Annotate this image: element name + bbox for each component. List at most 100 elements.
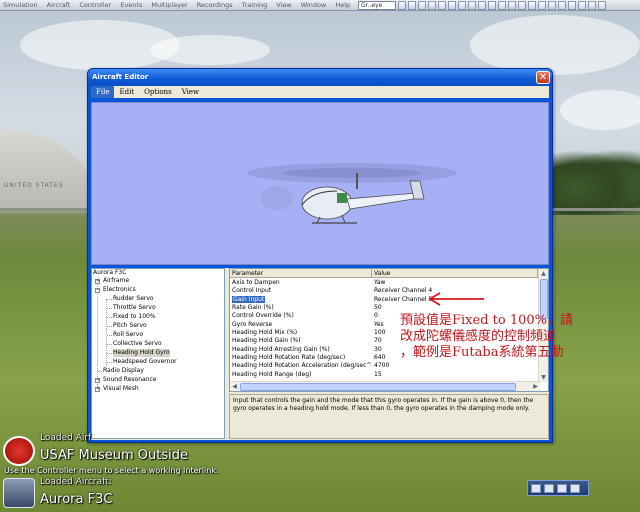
tree-item-sound-resonance[interactable]: Sound Resonance — [103, 376, 156, 384]
table-row[interactable]: Heading Hold Range (deg) 15 — [230, 371, 538, 379]
toolbar-icon[interactable] — [438, 1, 446, 10]
tree-item-airframe[interactable]: Airframe — [103, 277, 129, 285]
component-tree: Aurora F3C + Airframe − Electronics Rudd… — [91, 268, 225, 439]
tree-item-throttle-servo[interactable]: Throttle Servo — [113, 304, 156, 312]
toolbar-icon[interactable] — [568, 1, 576, 10]
toolbar-icon[interactable] — [518, 1, 526, 10]
tree-guide — [107, 344, 112, 345]
main-menu-item-simulation[interactable]: Simulation — [3, 1, 38, 10]
tree-item-heading-hold-gyro[interactable]: Heading Hold Gyro — [113, 349, 170, 357]
toolbar-icon[interactable] — [598, 1, 606, 10]
scroll-down-icon[interactable]: ▼ — [539, 373, 548, 382]
tree-guide — [98, 371, 102, 372]
close-button[interactable]: ✕ — [536, 71, 550, 84]
main-menu-item-multiplayer[interactable]: Multiplayer — [151, 1, 187, 10]
toolbar-icon[interactable] — [488, 1, 496, 10]
toolbar-icon[interactable] — [588, 1, 596, 10]
toolbar-icon[interactable] — [528, 1, 536, 10]
main-menu-item-training[interactable]: Training — [242, 1, 268, 10]
param-name: Rate Gain (%) — [232, 304, 274, 312]
main-menu-item-view[interactable]: View — [276, 1, 291, 10]
menu-file[interactable]: File — [91, 86, 115, 98]
tree-item-headspeed-governor[interactable]: Headspeed Governor — [113, 358, 177, 366]
main-menu-item-window[interactable]: Window — [301, 1, 327, 10]
menu-options[interactable]: Options — [139, 86, 177, 98]
editor-menu-bar: File Edit Options View — [91, 86, 549, 98]
param-name: Gyro Reverse — [232, 320, 273, 328]
view-select[interactable]: Gr..eye — [358, 1, 396, 10]
column-header-parameter[interactable]: Parameter — [230, 269, 372, 277]
hud-button-icon[interactable] — [570, 484, 580, 493]
toolbar-icon[interactable] — [578, 1, 586, 10]
grid-header: Parameter Value — [230, 269, 538, 278]
hud-button-icon[interactable] — [544, 484, 554, 493]
tree-item-rudder-servo[interactable]: Rudder Servo — [113, 295, 154, 303]
scroll-left-icon[interactable]: ◀ — [230, 382, 239, 391]
collapse-icon[interactable]: − — [95, 288, 100, 293]
toolbar-icon[interactable] — [558, 1, 566, 10]
toolbar-icon[interactable] — [468, 1, 476, 10]
table-row[interactable]: Axis to Dampen Yaw — [230, 279, 538, 287]
hud-button-icon[interactable] — [531, 484, 541, 493]
loaded-aircraft-label: Loaded Aircraft: — [40, 477, 112, 487]
toolbar-icon[interactable] — [478, 1, 486, 10]
param-name: Axis to Dampen — [232, 279, 280, 286]
main-menu-item-aircraft[interactable]: Aircraft — [47, 1, 71, 10]
scroll-up-icon[interactable]: ▲ — [539, 269, 548, 278]
menu-edit[interactable]: Edit — [114, 86, 139, 98]
airfield-name: USAF Museum Outside — [40, 448, 188, 463]
toolbar-icon[interactable] — [398, 1, 406, 10]
menu-view[interactable]: View — [177, 86, 204, 98]
tree-guide — [107, 299, 112, 300]
tree-guide — [107, 317, 112, 318]
toolbar-icon[interactable] — [418, 1, 426, 10]
annotation-line: ，範例是Futaba系統第五動 — [400, 345, 564, 360]
scroll-right-icon[interactable]: ▶ — [531, 382, 540, 391]
tree-item-radio-display[interactable]: Radio Display — [103, 367, 144, 375]
main-menu-item-help[interactable]: Help — [335, 1, 350, 10]
scroll-thumb[interactable] — [240, 383, 516, 391]
toolbar-icon[interactable] — [548, 1, 556, 10]
tree-item-pitch-servo[interactable]: Pitch Servo — [113, 322, 147, 330]
table-row[interactable]: Heading Hold Rotation Acceleration (deg/… — [230, 362, 538, 370]
toolbar-icon[interactable] — [428, 1, 436, 10]
expand-icon[interactable]: + — [95, 378, 100, 383]
table-row[interactable]: Rate Gain (%) 50 — [230, 304, 538, 312]
param-value[interactable]: Yaw — [372, 279, 538, 287]
toolbar-icon[interactable] — [448, 1, 456, 10]
toolbar-icon[interactable] — [458, 1, 466, 10]
column-header-value[interactable]: Value — [372, 269, 538, 277]
tree-item-electronics[interactable]: Electronics — [103, 286, 136, 294]
toolbar-icon[interactable] — [408, 1, 416, 10]
tree-item-fixed[interactable]: Fixed to 100% — [113, 313, 156, 321]
param-value[interactable]: 15 — [372, 371, 538, 379]
expand-icon[interactable]: + — [95, 387, 100, 392]
parameter-description: Input that controls the gain and the mod… — [229, 394, 549, 439]
window-titlebar[interactable]: Aircraft Editor ✕ — [88, 69, 552, 86]
hangar-sign: UNITED STATES — [4, 182, 64, 189]
tree-item-collective-servo[interactable]: Collective Servo — [113, 340, 162, 348]
aircraft-3d-preview[interactable] — [91, 102, 549, 265]
main-menu-item-recordings[interactable]: Recordings — [197, 1, 233, 10]
expand-icon[interactable]: + — [95, 279, 100, 284]
toolbar-icon[interactable] — [508, 1, 516, 10]
tree-item-visual-mesh[interactable]: Visual Mesh — [103, 385, 139, 393]
toolbar-icon[interactable] — [538, 1, 546, 10]
param-value[interactable]: 4700 — [372, 362, 538, 370]
tree-item-roll-servo[interactable]: Roll Servo — [113, 331, 143, 339]
table-row[interactable]: Gain Input Receiver Channel 5 — [230, 295, 538, 304]
tree-line — [550, 150, 640, 215]
horizontal-scrollbar[interactable]: ◀ ▶ — [230, 381, 540, 391]
aircraft-editor-window: Aircraft Editor ✕ File Edit Options View — [87, 68, 553, 443]
main-menu-item-controller[interactable]: Controller — [79, 1, 111, 10]
controller-hint: Use the Controller menu to select a work… — [4, 466, 219, 475]
tree-guide — [107, 326, 112, 327]
tree-item-root[interactable]: Aurora F3C — [93, 269, 126, 277]
main-menu-item-events[interactable]: Events — [120, 1, 142, 10]
aircraft-name: Aurora F3C — [40, 492, 113, 507]
hud-button-icon[interactable] — [557, 484, 567, 493]
annotation-line: 預設值是Fixed to 100%，請 — [400, 313, 574, 328]
toolbar-icon[interactable] — [498, 1, 506, 10]
cloud — [560, 90, 640, 130]
table-row[interactable]: Control Input Receiver Channel 4 — [230, 287, 538, 295]
